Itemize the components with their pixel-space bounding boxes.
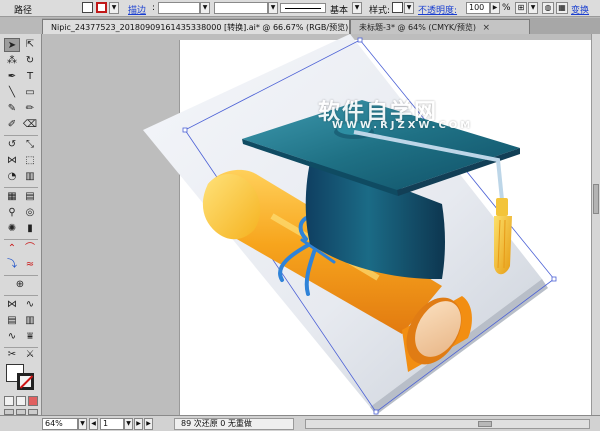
variable-width-dropdown[interactable]: ▼ <box>268 2 278 14</box>
isolate-icon[interactable]: ▦ <box>556 2 568 14</box>
free-transform-icon[interactable]: ⬚ <box>22 154 38 168</box>
align-icon[interactable]: ⊞ <box>515 2 527 14</box>
color-mode-buttons <box>4 396 38 406</box>
selection-handle[interactable] <box>357 37 363 43</box>
tab-untitled-document[interactable]: 未标题-3* @ 64% (CMYK/预览) × <box>350 19 530 34</box>
warp-tool-icon[interactable]: ∿ <box>4 330 20 344</box>
artwork <box>143 34 557 415</box>
gradient-tool-icon[interactable]: ▤ <box>22 190 38 204</box>
horizontal-scrollbar[interactable] <box>305 419 590 429</box>
direct-selection-icon[interactable]: ⇱ <box>22 38 38 52</box>
selection-handle[interactable] <box>551 276 557 282</box>
tab-label: Nipic_24377523_20180909161435338000 [转换]… <box>51 23 349 32</box>
fill-swatch[interactable] <box>82 2 93 13</box>
vertical-scroll-thumb[interactable] <box>593 184 599 214</box>
graph-tool-icon[interactable]: ▮ <box>22 222 38 236</box>
pen-tool-icon[interactable]: ✒ <box>4 70 20 84</box>
canvas-area[interactable]: 软件自学网 WWW.RJZXW.COM <box>42 34 591 415</box>
opacity-field[interactable]: 100 <box>466 2 490 14</box>
rotate-tool-icon[interactable]: ↺ <box>4 138 20 152</box>
symbol-sprayer-icon[interactable]: ✺ <box>4 222 20 236</box>
selection-tool-icon[interactable]: ➤ <box>4 38 20 52</box>
next-artboard-button[interactable]: ▶ <box>134 418 143 430</box>
style-dropdown[interactable]: ▼ <box>404 2 414 14</box>
blend-tool-icon[interactable]: ◎ <box>22 206 38 220</box>
color-mode-button[interactable] <box>4 396 14 406</box>
opacity-stepper[interactable]: ▶ <box>490 2 500 14</box>
chart-column-icon[interactable]: ▥ <box>22 314 38 328</box>
stroke-width-dropdown[interactable]: ▼ <box>200 2 210 14</box>
tab-label: 未标题-3* @ 64% (CMYK/预览) <box>359 23 476 32</box>
stroke-swatch[interactable] <box>96 2 107 13</box>
crosshair-icon[interactable]: ⊕ <box>12 278 28 292</box>
artboard-tool-icon[interactable]: ⋈ <box>4 298 20 312</box>
type-tool-icon[interactable]: T <box>22 70 38 84</box>
lasso-icon[interactable]: ↻ <box>22 54 38 68</box>
magic-wand-icon[interactable]: ⁂ <box>4 54 20 68</box>
selection-handle[interactable] <box>182 127 188 133</box>
last-artboard-button[interactable]: ▶ <box>144 418 153 430</box>
twirl-tool-icon[interactable]: ⩸ <box>22 330 38 344</box>
stroke-label[interactable]: 描边 <box>128 3 146 16</box>
line-segment-icon[interactable]: ╲ <box>4 86 20 100</box>
tab-nipic-document[interactable]: Nipic_24377523_20180909161435338000 [转换]… <box>42 19 350 34</box>
object-type-label: 路径 <box>14 6 33 16</box>
eyedropper-icon[interactable]: ⚲ <box>4 206 20 220</box>
none-mode-button[interactable] <box>28 396 38 406</box>
zoom-field[interactable]: 64% <box>42 418 78 430</box>
selection-handle[interactable] <box>373 409 379 415</box>
scissors-icon[interactable]: ✂ <box>4 348 20 362</box>
paintbrush-icon[interactable]: ✎ <box>4 102 20 116</box>
style-label: 样式: <box>369 6 391 16</box>
join-tool-icon[interactable]: ⤵ <box>4 258 20 272</box>
stroke-color-box[interactable] <box>17 373 34 390</box>
status-bar: 64% ▼ ◀ 1 ▼ ▶ ▶ 89 次还原 0 无重做 <box>0 415 600 431</box>
page-field[interactable]: 1 <box>100 418 124 430</box>
width-tool-icon[interactable]: ⋈ <box>4 154 20 168</box>
gradient-mode-button[interactable] <box>16 396 26 406</box>
mesh-tool-icon[interactable]: ▦ <box>4 190 20 204</box>
tools-panel: ➤ ⇱ ⁂ ↻ ✒ T ╲ ▭ ✎ ✏ ✐ ⌫ ↺ ⤡ ⋈ ⬚ ◔ ▥ ▦ ▤ … <box>0 34 42 415</box>
anchor-point-icon[interactable]: ⌃ <box>4 242 20 256</box>
page-dropdown[interactable]: ▼ <box>124 418 133 430</box>
document-tabs: Nipic_24377523_20180909161435338000 [转换]… <box>42 18 600 34</box>
stroke-width-field[interactable] <box>158 2 200 14</box>
puppet-warp-icon[interactable]: ▤ <box>4 314 20 328</box>
horizontal-scroll-thumb[interactable] <box>478 421 492 427</box>
stroke-width-colon: : <box>152 3 156 13</box>
brush-name: 基本 <box>330 6 349 16</box>
variable-width-field[interactable] <box>214 2 268 14</box>
eraser-icon[interactable]: ⌫ <box>22 118 38 132</box>
control-bar: 路径 ▼ 描边 : ▼ ▼ 基本 ▼ 样式: ▼ 不透明度: 100 ▶ % ⊞… <box>0 0 600 17</box>
stroke-swatch-dropdown[interactable]: ▼ <box>109 2 119 14</box>
shape-builder-icon[interactable]: ◔ <box>4 170 20 184</box>
knife-tool-icon[interactable]: ⚔ <box>22 348 38 362</box>
align-dropdown[interactable]: ▼ <box>528 2 538 14</box>
blob-brush-icon[interactable]: ✐ <box>4 118 20 132</box>
brush-sample[interactable] <box>280 3 326 13</box>
zoom-dropdown[interactable]: ▼ <box>78 418 87 430</box>
recolor-icon[interactable]: ◍ <box>542 2 554 14</box>
curvature-icon[interactable]: ⌒ <box>22 242 38 256</box>
vertical-scrollbar[interactable] <box>591 34 600 415</box>
slice-tool-icon[interactable]: ∿ <box>22 298 38 312</box>
perspective-grid-icon[interactable]: ▥ <box>22 170 38 184</box>
scale-tool-icon[interactable]: ⤡ <box>22 138 38 152</box>
opacity-label[interactable]: 不透明度: <box>418 3 457 16</box>
brush-dropdown[interactable]: ▼ <box>352 2 362 14</box>
close-icon[interactable]: × <box>483 21 491 34</box>
watermark-sub: WWW.RJZXW.COM <box>332 120 474 131</box>
smooth-tool-icon[interactable]: ≈ <box>22 258 38 272</box>
transform-link[interactable]: 变换 <box>571 3 589 16</box>
rectangle-tool-icon[interactable]: ▭ <box>22 86 38 100</box>
first-artboard-button[interactable]: ◀ <box>89 418 98 430</box>
style-swatch[interactable] <box>392 2 403 13</box>
opacity-unit: % <box>502 3 511 13</box>
pencil-icon[interactable]: ✏ <box>22 102 38 116</box>
status-message: 89 次还原 0 无重做 <box>174 418 294 430</box>
